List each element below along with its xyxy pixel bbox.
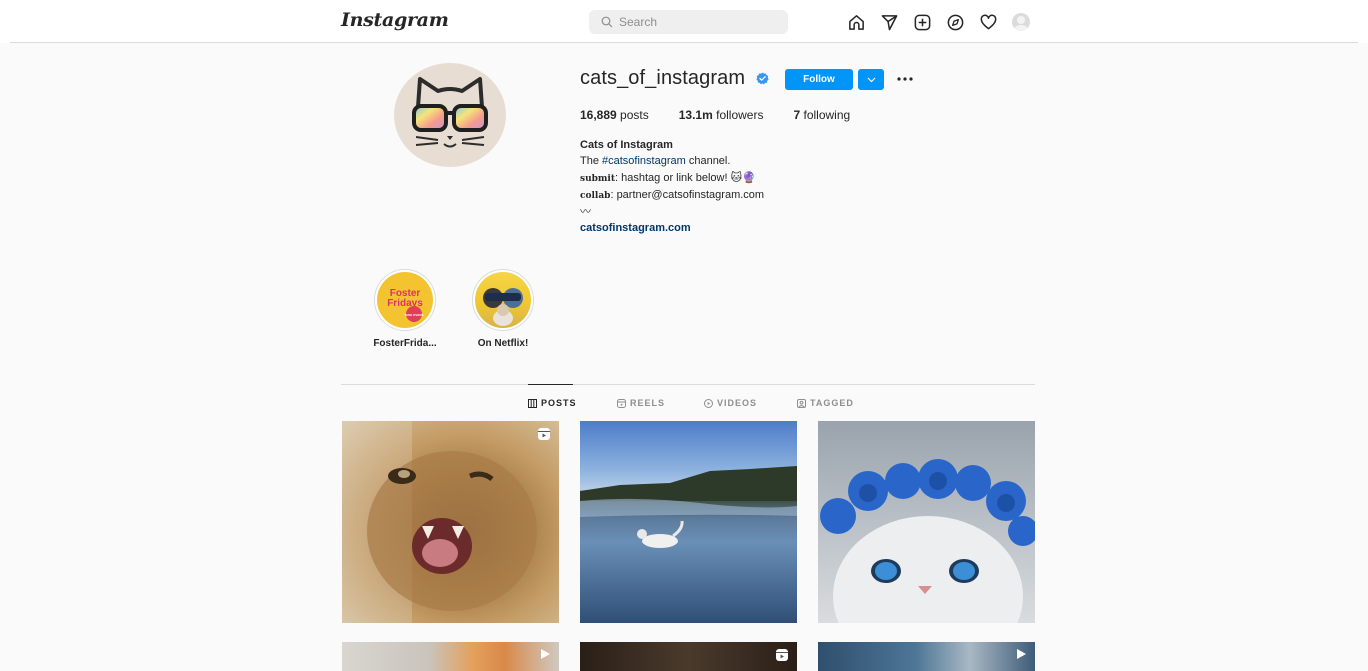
suggested-accounts-dropdown-button[interactable] <box>858 69 884 90</box>
post-tile[interactable] <box>580 642 797 671</box>
tagged-user-icon <box>797 398 806 408</box>
activity-heart-icon[interactable] <box>978 12 998 32</box>
play-icon <box>1017 649 1026 659</box>
svg-text:TAKE OVERS: TAKE OVERS <box>404 313 423 317</box>
reel-icon <box>538 428 550 440</box>
video-icon <box>704 398 713 408</box>
home-icon[interactable] <box>846 12 866 32</box>
grid-icon <box>528 398 537 408</box>
tabs-divider <box>341 384 1035 385</box>
hashtag-link[interactable]: #catsofinstagram <box>602 155 686 167</box>
bio-line-1: The #catsofinstagram channel. <box>580 155 731 168</box>
more-options-button[interactable] <box>895 70 915 88</box>
profile-username: cats_of_instagram <box>580 67 746 89</box>
cat-glasses-logo-icon <box>412 77 488 148</box>
chevron-down-icon <box>867 77 875 82</box>
top-navigation-bar: Instagram Search <box>0 0 1368 43</box>
active-tab-indicator <box>528 384 573 385</box>
header-divider <box>10 42 1358 43</box>
profile-picture[interactable] <box>394 63 506 167</box>
post-tile[interactable] <box>342 642 559 671</box>
bio-website-link[interactable]: catsofinstagram.com <box>580 220 764 236</box>
on-netflix-cover <box>483 288 523 326</box>
post-tile[interactable] <box>342 421 559 623</box>
reel-icon <box>776 649 788 661</box>
tab-reels[interactable]: REELS <box>617 398 665 408</box>
post-tile[interactable] <box>580 421 797 623</box>
highlight-label: FosterFrida... <box>373 338 437 349</box>
bio-line-3: collab: partner@catsofinstagram.com <box>580 188 765 201</box>
verified-badge-icon <box>756 72 769 85</box>
reels-icon <box>617 398 626 408</box>
story-highlight-foster-fridays[interactable]: Foster Fridays TAKE OVERS FosterFrida... <box>372 269 438 349</box>
follow-button[interactable]: Follow <box>785 69 853 90</box>
following-link[interactable]: 7 following <box>793 108 850 122</box>
tab-tagged[interactable]: TAGGED <box>797 398 854 408</box>
bio-line-4: 〰 <box>580 206 591 219</box>
tab-videos[interactable]: VIDEOS <box>704 398 757 408</box>
search-box[interactable]: Search <box>589 10 788 34</box>
ellipsis-icon <box>897 77 913 81</box>
profile-bio: Cats of Instagram The #catsofinstagram c… <box>580 137 764 237</box>
play-icon <box>541 649 550 659</box>
tab-posts[interactable]: POSTS <box>528 398 577 408</box>
foster-fridays-cover: Foster Fridays TAKE OVERS <box>387 288 424 322</box>
post-tile[interactable] <box>818 421 1035 623</box>
highlight-label: On Netflix! <box>477 338 529 349</box>
followers-link[interactable]: 13.1m followers <box>679 108 764 122</box>
posts-count: 16,889 posts <box>580 108 649 122</box>
profile-full-name: Cats of Instagram <box>580 139 673 151</box>
search-input[interactable]: Search <box>619 15 657 29</box>
profile-stats: 16,889 posts 13.1m followers 7 following <box>580 108 880 122</box>
cat-face-photo <box>342 421 537 623</box>
instagram-logo[interactable]: Instagram <box>341 9 449 31</box>
cat-flower-crown-photo <box>820 459 1035 623</box>
search-icon <box>601 16 613 28</box>
explore-icon[interactable] <box>945 12 965 32</box>
bio-line-2: submit: hashtag or link below! 🐱🔮 <box>580 171 756 184</box>
cat-in-river-photo <box>580 466 797 548</box>
direct-icon[interactable] <box>879 12 899 32</box>
story-highlight-on-netflix[interactable]: On Netflix! <box>470 269 536 349</box>
post-tile[interactable] <box>818 642 1035 671</box>
new-post-icon[interactable] <box>912 12 932 32</box>
profile-avatar-icon[interactable] <box>1011 12 1031 32</box>
